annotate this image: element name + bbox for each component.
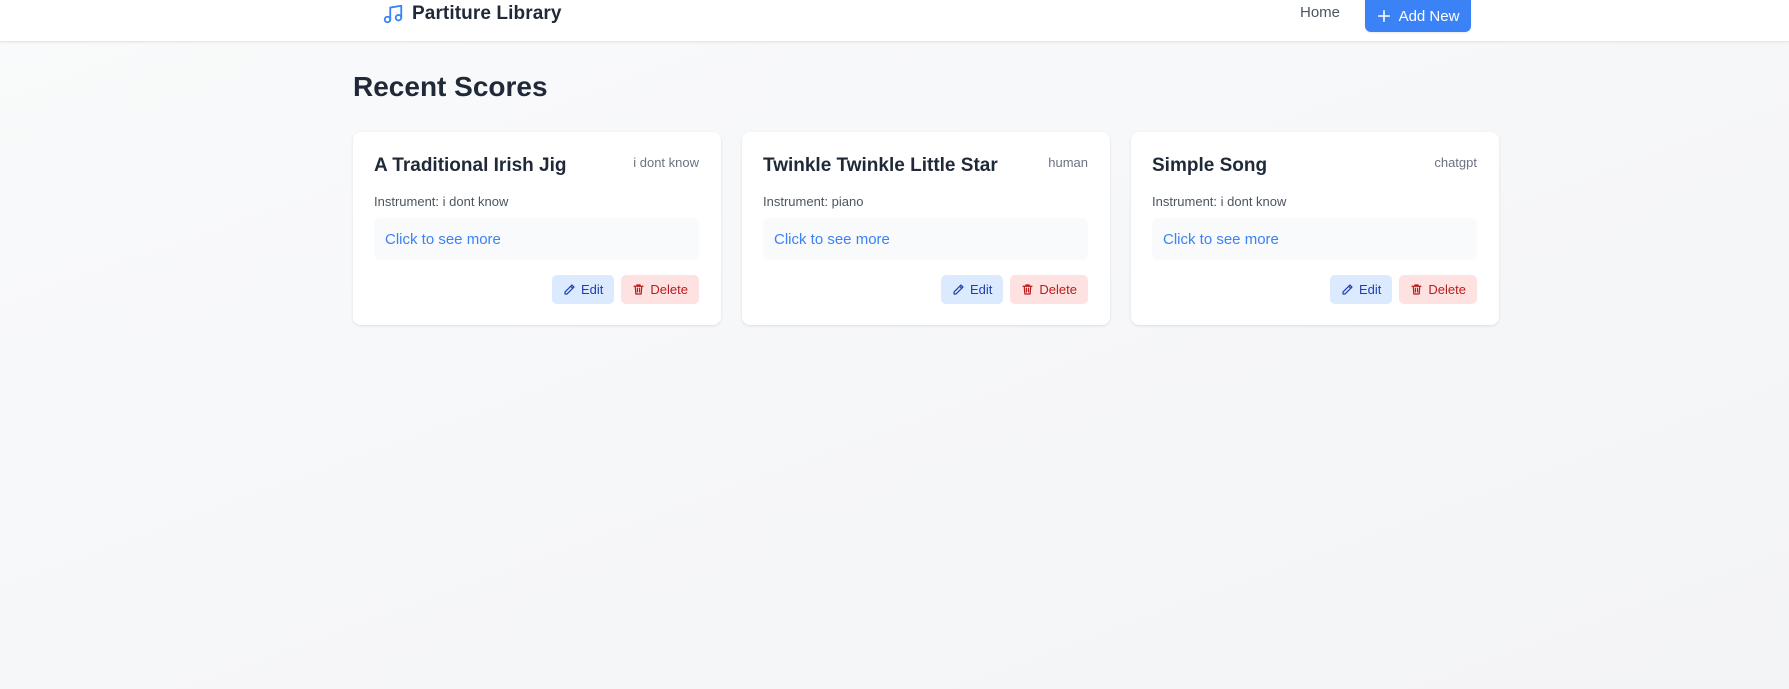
page-title: Recent Scores — [353, 71, 548, 102]
plus-icon — [1377, 9, 1391, 23]
delete-label: Delete — [1428, 282, 1466, 297]
brand[interactable]: Partiture Library — [382, 0, 562, 28]
add-new-button[interactable]: Add New — [1365, 0, 1471, 32]
score-author: human — [1048, 155, 1088, 170]
score-title: Simple Song — [1152, 155, 1268, 176]
pencil-icon — [952, 283, 965, 296]
edit-button[interactable]: Edit — [941, 275, 1004, 304]
score-author: chatgpt — [1434, 155, 1477, 170]
score-card: Twinkle Twinkle Little Star human Instru… — [742, 132, 1110, 325]
edit-label: Edit — [581, 282, 604, 297]
edit-button[interactable]: Edit — [1330, 275, 1393, 304]
score-title: Twinkle Twinkle Little Star — [763, 155, 998, 176]
see-more-link[interactable]: Click to see more — [1152, 218, 1477, 260]
score-author: i dont know — [633, 155, 699, 170]
delete-label: Delete — [1039, 282, 1077, 297]
score-card: Simple Song chatgpt Instrument: i dont k… — [1131, 132, 1499, 325]
add-new-label: Add New — [1398, 7, 1460, 25]
pencil-icon — [563, 283, 576, 296]
card-actions: Edit Delete — [552, 275, 699, 304]
score-grid: A Traditional Irish Jig i dont know Inst… — [353, 132, 1499, 325]
see-more-link[interactable]: Click to see more — [374, 218, 699, 260]
score-instrument: Instrument: piano — [763, 194, 864, 209]
score-card: A Traditional Irish Jig i dont know Inst… — [353, 132, 721, 325]
top-navbar: Partiture Library Home Add New — [0, 0, 1789, 42]
delete-button[interactable]: Delete — [1010, 275, 1088, 304]
card-actions: Edit Delete — [941, 275, 1088, 304]
edit-label: Edit — [970, 282, 993, 297]
trash-icon — [632, 283, 645, 296]
trash-icon — [1021, 283, 1034, 296]
score-instrument: Instrument: i dont know — [374, 194, 509, 209]
delete-label: Delete — [650, 282, 688, 297]
see-more-link[interactable]: Click to see more — [763, 218, 1088, 260]
edit-button[interactable]: Edit — [552, 275, 615, 304]
score-instrument: Instrument: i dont know — [1152, 194, 1287, 209]
delete-button[interactable]: Delete — [1399, 275, 1477, 304]
nav-home-link[interactable]: Home — [1300, 4, 1340, 21]
score-title: A Traditional Irish Jig — [374, 155, 567, 176]
pencil-icon — [1341, 283, 1354, 296]
brand-title: Partiture Library — [412, 3, 562, 24]
card-actions: Edit Delete — [1330, 275, 1477, 304]
music-note-icon — [382, 3, 404, 25]
edit-label: Edit — [1359, 282, 1382, 297]
delete-button[interactable]: Delete — [621, 275, 699, 304]
trash-icon — [1410, 283, 1423, 296]
